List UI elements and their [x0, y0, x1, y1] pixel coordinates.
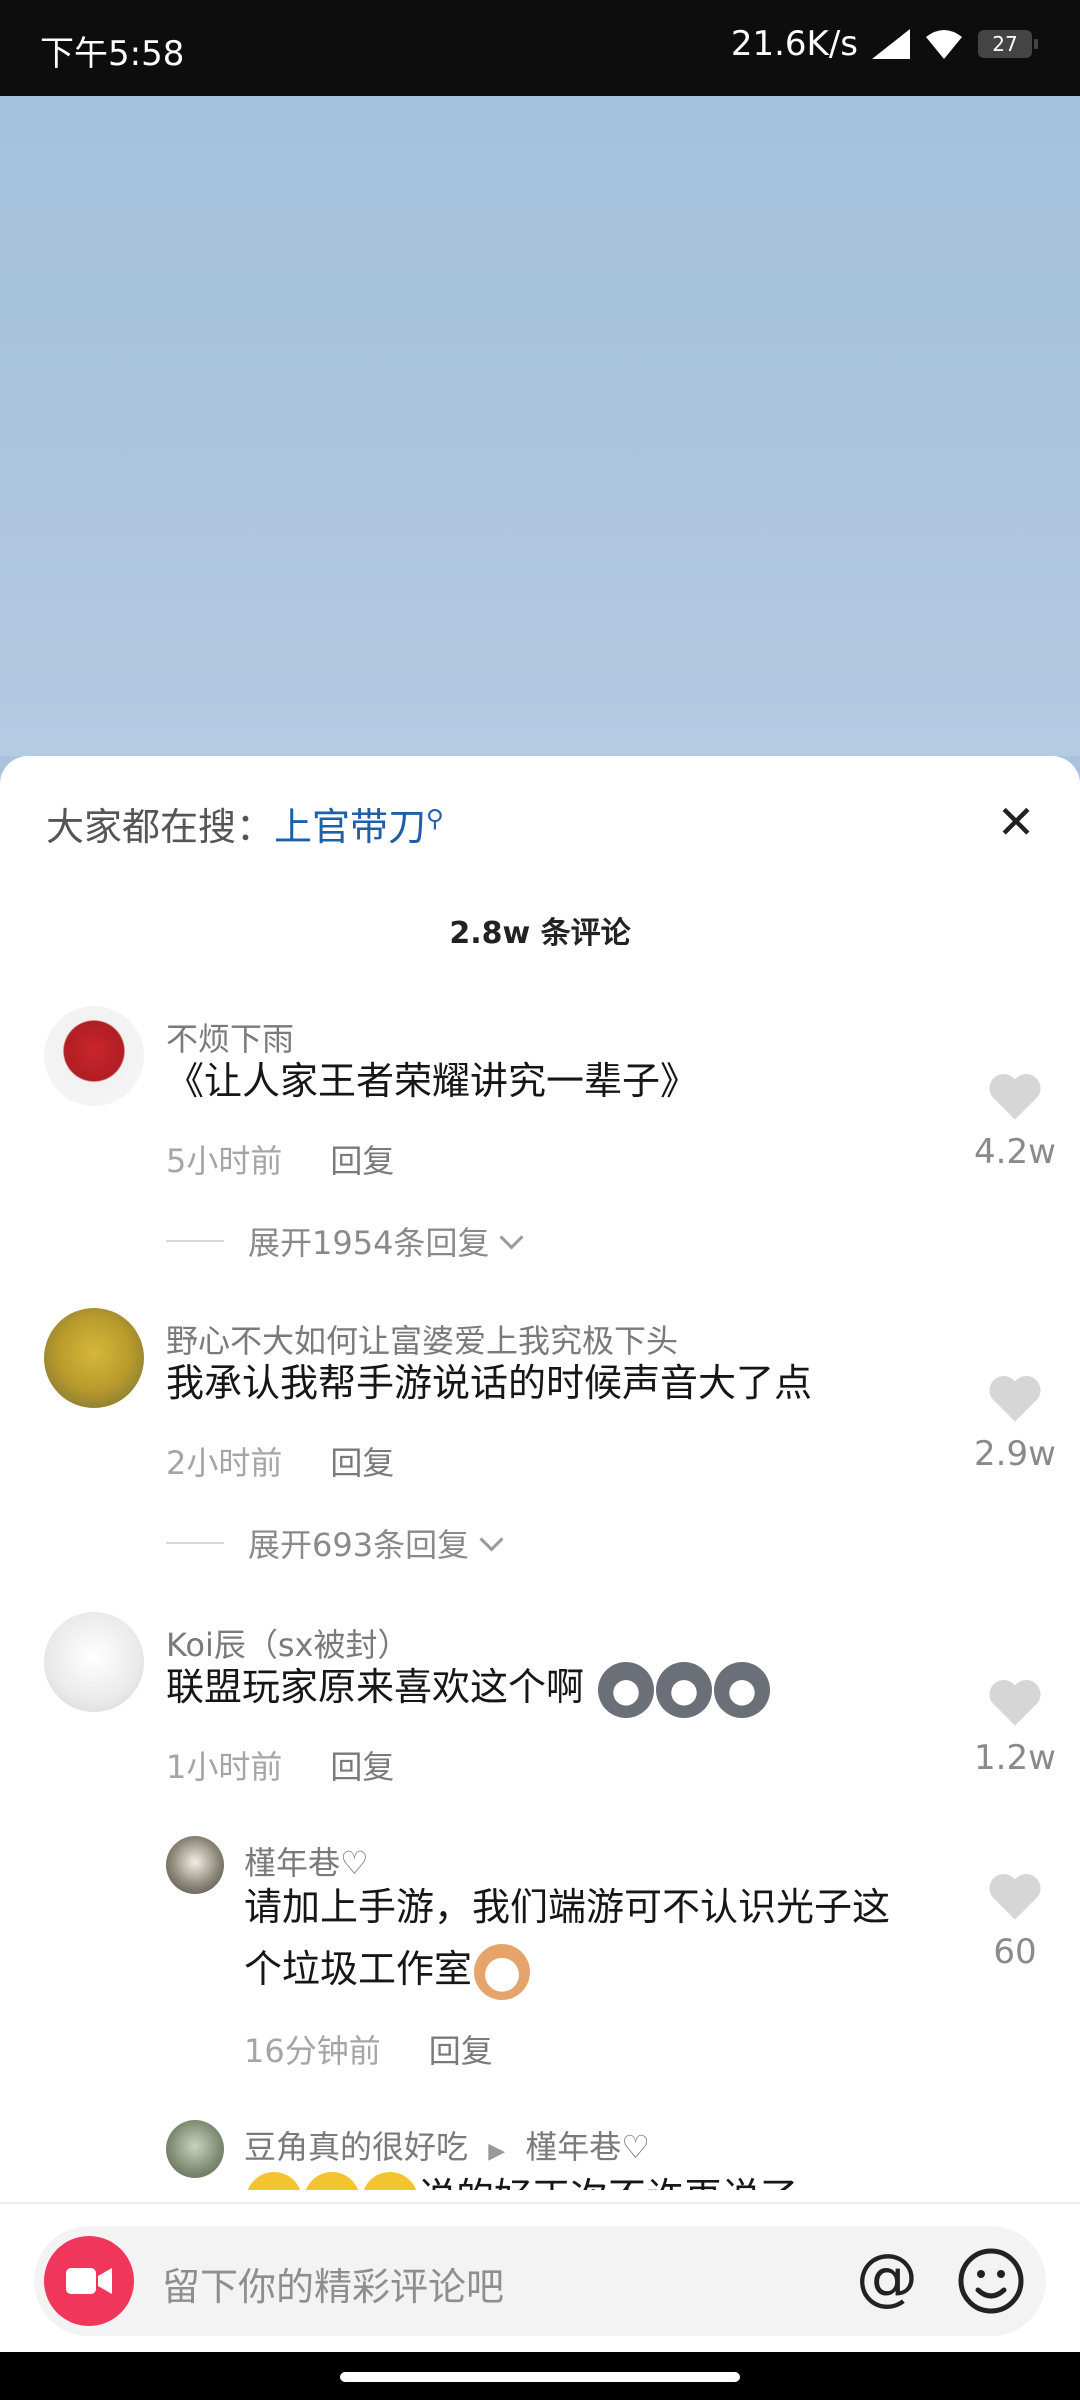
expand-replies-label: 展开693条回复	[248, 1526, 470, 1564]
crying-emoji-icon	[246, 2171, 302, 2190]
reply-button[interactable]: 回复	[330, 1748, 394, 1786]
reply-username[interactable]: 豆角真的很好吃	[244, 2128, 468, 2166]
avatar[interactable]	[166, 2120, 224, 2178]
crying-emoji-icon	[304, 2171, 360, 2190]
emoji-picker-icon[interactable]	[956, 2246, 1026, 2316]
avatar[interactable]	[166, 1836, 224, 1894]
video-player[interactable]	[0, 96, 1080, 756]
status-time: 下午5:58	[40, 34, 185, 74]
heart-icon	[989, 1680, 1041, 1726]
like-count: 4.2w	[974, 1132, 1056, 1172]
expand-replies[interactable]: 展开693条回复	[166, 1520, 504, 1566]
divider	[166, 1542, 224, 1544]
trending-search-keyword[interactable]: 上官带刀	[274, 805, 426, 849]
comment-text: 联盟玩家原来喜欢这个啊	[166, 1656, 771, 1718]
reply-meta: 16分钟前 回复	[244, 2026, 493, 2072]
comment-meta: 1小时前 回复	[166, 1742, 394, 1788]
home-gesture-handle[interactable]	[340, 2372, 740, 2382]
reply-text-line2-wrap: 个垃圾工作室	[244, 1938, 890, 2000]
chevron-down-icon	[499, 1224, 524, 1250]
crying-emoji-icon	[362, 2171, 418, 2190]
trending-search[interactable]: 大家都在搜：上官带刀⚲	[46, 796, 444, 851]
divider	[166, 1240, 224, 1242]
close-icon[interactable]: ✕	[986, 792, 1046, 852]
trending-search-prefix: 大家都在搜：	[46, 805, 275, 849]
comment-input-placeholder: 留下你的精彩评论吧	[162, 2265, 505, 2309]
like-button[interactable]: 2.9w	[960, 1372, 1070, 1474]
video-camera-icon[interactable]	[44, 2236, 134, 2326]
comment-text: 我承认我帮手游说话的时候声音大了点	[166, 1361, 813, 1405]
navigation-bar	[0, 2352, 1080, 2400]
heart-icon	[989, 1074, 1041, 1120]
like-count: 2.9w	[974, 1434, 1056, 1474]
reply-text-body: 说的好正次不许再说了	[418, 2175, 798, 2190]
expand-replies[interactable]: 展开1954条回复	[166, 1218, 524, 1264]
like-button[interactable]: 60	[960, 1870, 1070, 1972]
signal-icon	[872, 29, 910, 59]
comment-time: 1小时前	[166, 1748, 283, 1786]
comment-input-bar: 留下你的精彩评论吧 @	[0, 2202, 1080, 2354]
comment-sheet: 大家都在搜：上官带刀⚲ ✕ 2.8w 条评论 不烦下雨 《让人家王者荣耀讲究一辈…	[0, 756, 1080, 2400]
reply-to-username[interactable]: 槿年巷♡	[525, 2128, 650, 2166]
heart-icon	[989, 1874, 1041, 1920]
reply-arrow-icon: ▶	[488, 2139, 506, 2164]
status-icons: 21.6K/s 27	[730, 24, 1038, 64]
wolf-emoji-icon	[714, 1661, 771, 1718]
comment-time: 2小时前	[166, 1444, 283, 1482]
reply-button[interactable]: 回复	[330, 1444, 394, 1482]
reply-text: 请加上手游，我们端游可不认识光子这 个垃圾工作室	[244, 1876, 890, 2000]
heart-icon	[989, 1376, 1041, 1422]
comment-count: 2.8w 条评论	[449, 916, 631, 951]
reply-text-line2: 个垃圾工作室	[244, 1947, 473, 1991]
chevron-down-icon	[479, 1526, 504, 1552]
comment-input[interactable]: 留下你的精彩评论吧 @	[34, 2226, 1046, 2336]
wifi-icon	[924, 27, 964, 61]
comment-text-body: 联盟玩家原来喜欢这个啊	[166, 1665, 585, 1709]
avatar[interactable]	[44, 1612, 144, 1712]
dog-emoji-icon	[474, 1943, 531, 2000]
status-bar: 下午5:58 21.6K/s 27	[0, 0, 1080, 96]
avatar[interactable]	[44, 1006, 144, 1106]
search-icon: ⚲	[426, 804, 444, 833]
comment-meta: 5小时前 回复	[166, 1136, 394, 1182]
reply-button[interactable]: 回复	[429, 2032, 493, 2070]
reply-time: 16分钟前	[244, 2032, 381, 2070]
reply-button[interactable]: 回复	[330, 1142, 394, 1180]
comment-time: 5小时前	[166, 1142, 283, 1180]
reply-text: 说的好正次不许再说了	[244, 2166, 798, 2190]
battery-icon: 27	[978, 30, 1038, 58]
comment-meta: 2小时前 回复	[166, 1438, 394, 1484]
comment-text: 《让人家王者荣耀讲究一辈子》	[166, 1059, 699, 1103]
mention-icon[interactable]: @	[856, 2240, 918, 2313]
like-button[interactable]: 4.2w	[960, 1070, 1070, 1172]
like-count: 1.2w	[974, 1738, 1056, 1778]
reply-text-line1: 请加上手游，我们端游可不认识光子这	[244, 1885, 891, 1929]
like-count: 60	[993, 1932, 1037, 1972]
wolf-emoji-icon	[598, 1661, 655, 1718]
like-button[interactable]: 1.2w	[960, 1676, 1070, 1778]
avatar[interactable]	[44, 1308, 144, 1408]
network-speed: 21.6K/s	[730, 24, 858, 64]
expand-replies-label: 展开1954条回复	[248, 1224, 490, 1262]
reply-username-row: 豆角真的很好吃 ▶ 槿年巷♡	[244, 2122, 650, 2168]
wolf-emoji-icon	[656, 1661, 713, 1718]
